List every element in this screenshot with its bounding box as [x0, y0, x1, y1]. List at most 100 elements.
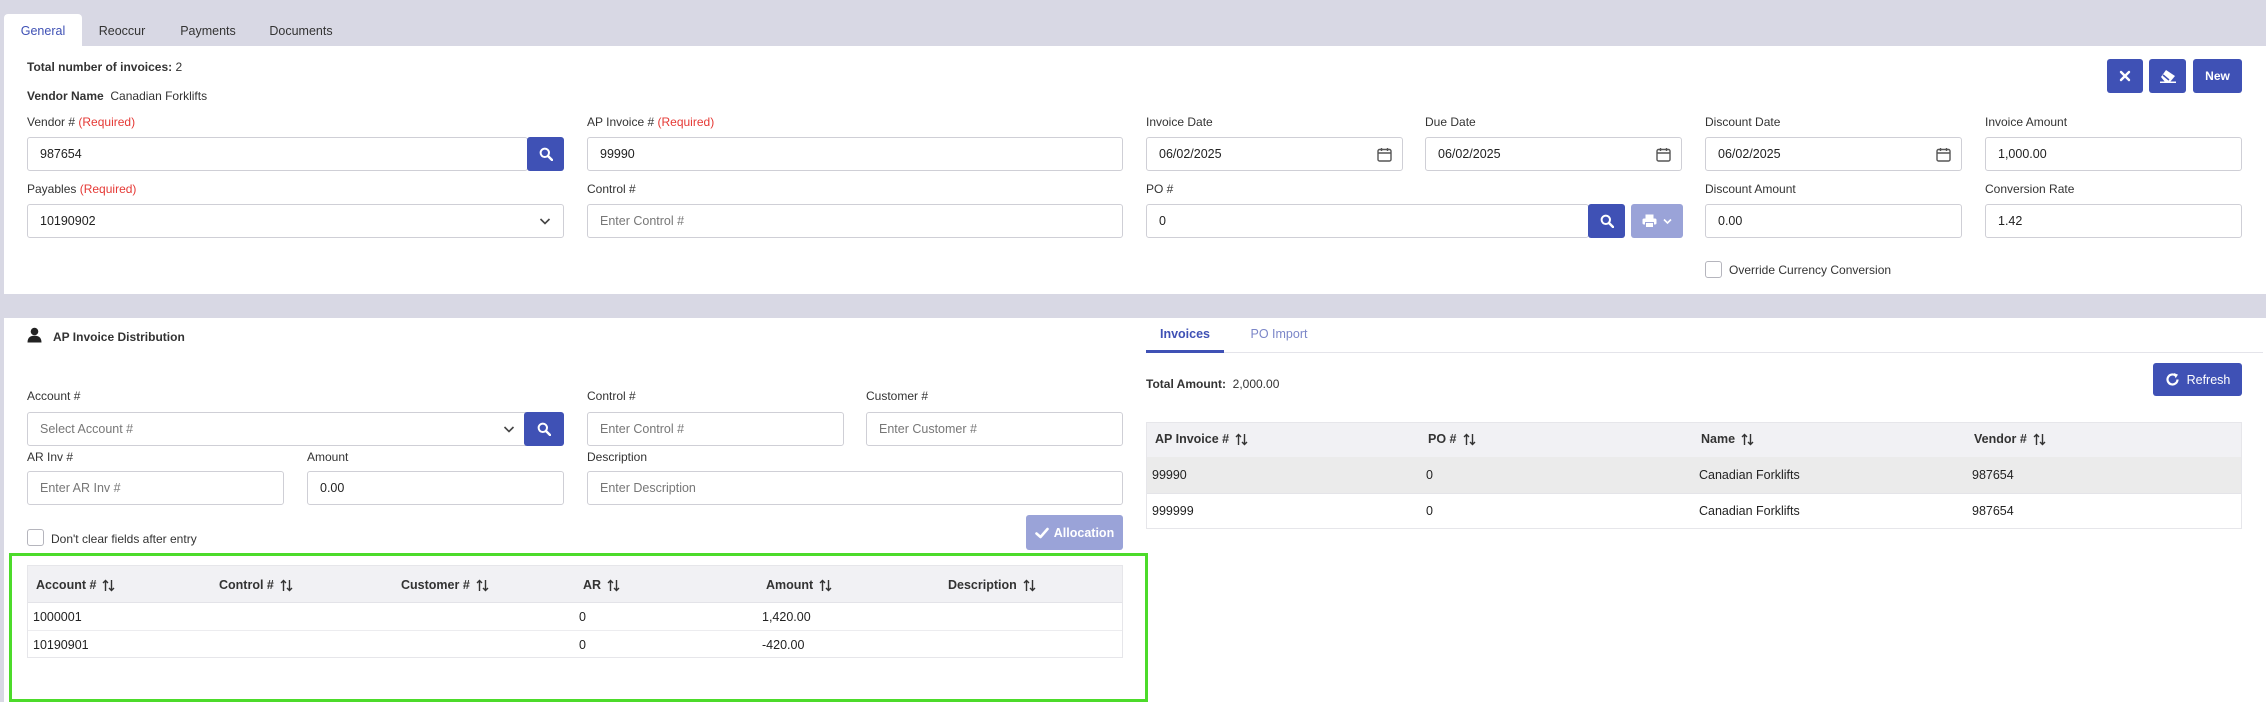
ap-invoice-input[interactable]: 99990 [587, 137, 1123, 171]
ar-inv-label: AR Inv # [27, 450, 74, 464]
control-input[interactable]: Enter Control # [587, 204, 1123, 238]
close-icon [2119, 70, 2131, 82]
account-select[interactable]: Select Account # [27, 412, 528, 446]
table-cell-name: Canadian Forklifts [1699, 468, 1800, 482]
search-icon [537, 422, 551, 436]
discount-amount-label: Discount Amount [1705, 182, 1796, 196]
discount-date-label: Discount Date [1705, 115, 1781, 129]
discount-date-value: 06/02/2025 [1718, 147, 1781, 161]
conversion-rate-input[interactable]: 1.42 [1985, 204, 2242, 238]
allocation-label: Allocation [1053, 525, 1115, 540]
description-label: Description [587, 450, 648, 464]
sort-icon [2033, 433, 2046, 445]
invoice-amount-input[interactable]: 1,000.00 [1985, 137, 2242, 171]
due-date-input[interactable]: 06/02/2025 [1425, 137, 1682, 171]
table-cell-ap-invoice: 99990 [1152, 468, 1187, 482]
dist-control-label: Control # [587, 389, 636, 403]
vendor-name-label: Vendor Name [27, 89, 104, 103]
col-vendor[interactable]: Vendor # [1974, 432, 2046, 446]
total-invoices-value: 2 [175, 60, 183, 74]
override-currency-label: Override Currency Conversion [1729, 263, 1892, 277]
calendar-icon[interactable] [1936, 147, 1951, 162]
calendar-icon[interactable] [1377, 147, 1392, 162]
clear-button[interactable] [2149, 59, 2186, 93]
dont-clear-label: Don't clear fields after entry [51, 532, 197, 546]
distribution-title: AP Invoice Distribution [53, 330, 185, 344]
vendor-search-button[interactable] [527, 137, 564, 171]
col-name[interactable]: Name [1701, 432, 1754, 446]
vendor-label: Vendor # (Required) [27, 115, 136, 129]
sort-icon [1463, 433, 1475, 445]
dist-control-input[interactable]: Enter Control # [587, 412, 844, 446]
table-cell-ap-invoice: 999999 [1152, 504, 1194, 518]
chevron-down-icon [503, 426, 515, 433]
total-amount-label: Total Amount: [1146, 377, 1226, 391]
total-amount-value: 2,000.00 [1232, 377, 1280, 391]
invoice-date-input[interactable]: 06/02/2025 [1146, 137, 1403, 171]
invoice-date-label: Invoice Date [1146, 115, 1213, 129]
po-search-button[interactable] [1588, 204, 1625, 238]
total-amount: Total Amount: 2,000.00 [1146, 377, 1279, 391]
payables-value: 10190902 [40, 214, 96, 228]
total-invoices-label: Total number of invoices: [27, 60, 173, 74]
discount-amount-input[interactable]: 0.00 [1705, 204, 1962, 238]
new-button[interactable]: New [2193, 59, 2242, 93]
col-ap-invoice[interactable]: AP Invoice # [1155, 432, 1248, 446]
po-input[interactable]: 0 [1146, 204, 1589, 238]
print-dropdown-button[interactable] [1631, 204, 1683, 238]
table-cell-name: Canadian Forklifts [1699, 504, 1800, 518]
invoices-table-header [1147, 423, 2241, 457]
search-icon [1600, 214, 1614, 228]
tab-po-import[interactable]: PO Import [1234, 327, 1324, 341]
ap-invoice-label: AP Invoice # (Required) [587, 115, 715, 129]
payables-label: Payables (Required) [27, 182, 137, 196]
ar-inv-input[interactable]: Enter AR Inv # [27, 471, 284, 505]
refresh-label: Refresh [2186, 372, 2231, 387]
invoice-amount-label: Invoice Amount [1985, 115, 2068, 129]
discount-date-input[interactable]: 06/02/2025 [1705, 137, 1962, 171]
col-po[interactable]: PO # [1428, 432, 1476, 446]
dont-clear-checkbox[interactable] [27, 529, 44, 546]
tab-indicator [1146, 350, 1224, 353]
customer-label: Customer # [866, 389, 929, 403]
table-cell-po: 0 [1426, 504, 1433, 518]
chevron-down-icon [539, 218, 551, 225]
amount-label: Amount [307, 450, 349, 464]
override-currency-checkbox[interactable] [1705, 261, 1722, 278]
tab-invoices[interactable]: Invoices [1146, 327, 1224, 341]
highlight-box [9, 553, 1148, 702]
invoice-date-value: 06/02/2025 [1159, 147, 1222, 161]
total-invoices: Total number of invoices: 2 [27, 60, 182, 74]
description-input[interactable]: Enter Description [587, 471, 1123, 505]
control-label: Control # [587, 182, 636, 196]
vendor-name-value: Canadian Forklifts [110, 89, 208, 103]
due-date-label: Due Date [1425, 115, 1476, 129]
account-search-button[interactable] [524, 412, 564, 446]
conversion-rate-label: Conversion Rate [1985, 182, 2075, 196]
payables-select[interactable]: 10190902 [27, 204, 564, 238]
allocation-button[interactable]: Allocation [1026, 515, 1123, 550]
customer-input[interactable]: Enter Customer # [866, 412, 1123, 446]
po-label: PO # [1146, 182, 1174, 196]
account-label: Account # [27, 389, 81, 403]
calendar-icon[interactable] [1656, 147, 1671, 162]
tab-reoccur[interactable]: Reoccur [86, 14, 158, 46]
sort-icon [1235, 433, 1248, 445]
account-placeholder: Select Account # [40, 422, 134, 436]
chevron-down-icon [1663, 218, 1672, 224]
amount-input[interactable]: 0.00 [307, 471, 564, 505]
refresh-button[interactable]: Refresh [2153, 363, 2242, 396]
tab-payments[interactable]: Payments [168, 14, 248, 46]
close-button[interactable] [2107, 59, 2143, 93]
table-cell-vendor: 987654 [1972, 504, 2014, 518]
sort-icon [1741, 433, 1754, 445]
due-date-value: 06/02/2025 [1438, 147, 1501, 161]
vendor-input[interactable]: 987654 [27, 137, 528, 171]
tab-documents[interactable]: Documents [258, 14, 344, 46]
table-row-selected[interactable] [1147, 457, 2241, 493]
refresh-icon [2166, 373, 2179, 386]
eraser-icon [2159, 70, 2176, 83]
check-icon [1034, 527, 1049, 538]
tab-general[interactable]: General [4, 14, 82, 46]
table-cell-vendor: 987654 [1972, 468, 2014, 482]
